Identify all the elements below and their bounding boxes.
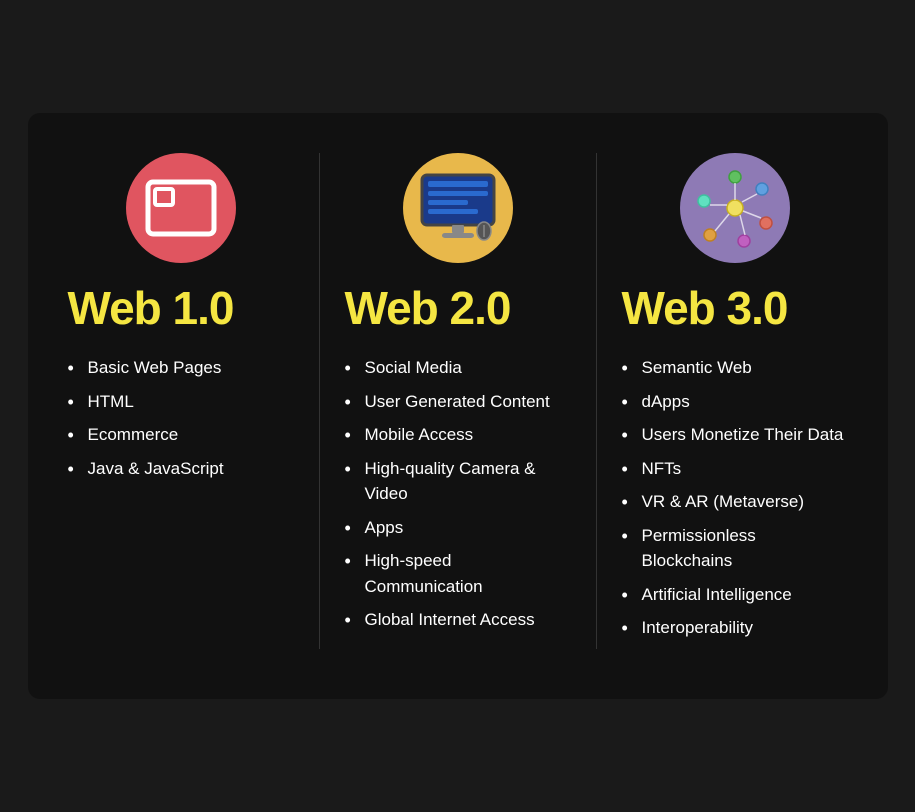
web1-icon-circle <box>126 153 236 263</box>
main-container: Web 1.0 Basic Web Pages HTML Ecommerce J… <box>28 113 888 699</box>
list-item: Interoperability <box>622 615 848 641</box>
list-item: User Generated Content <box>345 389 571 415</box>
list-item: High-speed Communication <box>345 548 571 599</box>
list-item: VR & AR (Metaverse) <box>622 489 848 515</box>
list-item: Global Internet Access <box>345 607 571 633</box>
divider-1 <box>319 153 320 649</box>
list-item: Ecommerce <box>68 422 224 448</box>
web1-title: Web 1.0 <box>68 281 234 335</box>
list-item: High-quality Camera & Video <box>345 456 571 507</box>
web1-list: Basic Web Pages HTML Ecommerce Java & Ja… <box>68 355 224 489</box>
list-item: Semantic Web <box>622 355 848 381</box>
web2-column: Web 2.0 Social Media User Generated Cont… <box>335 153 581 649</box>
web2-list: Social Media User Generated Content Mobi… <box>345 355 571 641</box>
web2-icon-circle <box>403 153 513 263</box>
divider-2 <box>596 153 597 649</box>
list-item: dApps <box>622 389 848 415</box>
web1-column: Web 1.0 Basic Web Pages HTML Ecommerce J… <box>58 153 304 649</box>
list-item: Mobile Access <box>345 422 571 448</box>
monitor-icon <box>418 173 498 243</box>
list-item: Java & JavaScript <box>68 456 224 482</box>
web3-title: Web 3.0 <box>622 281 788 335</box>
browser-icon <box>145 179 217 237</box>
list-item: Users Monetize Their Data <box>622 422 848 448</box>
list-item: Social Media <box>345 355 571 381</box>
web3-list: Semantic Web dApps Users Monetize Their … <box>622 355 848 649</box>
web2-title: Web 2.0 <box>345 281 511 335</box>
list-item: Artificial Intelligence <box>622 582 848 608</box>
list-item: Basic Web Pages <box>68 355 224 381</box>
list-item: Permissionless Blockchains <box>622 523 848 574</box>
list-item: Apps <box>345 515 571 541</box>
list-item: NFTs <box>622 456 848 482</box>
network-icon <box>694 167 776 249</box>
list-item: HTML <box>68 389 224 415</box>
web3-icon-circle <box>680 153 790 263</box>
web3-column: Web 3.0 Semantic Web dApps Users Monetiz… <box>612 153 858 649</box>
